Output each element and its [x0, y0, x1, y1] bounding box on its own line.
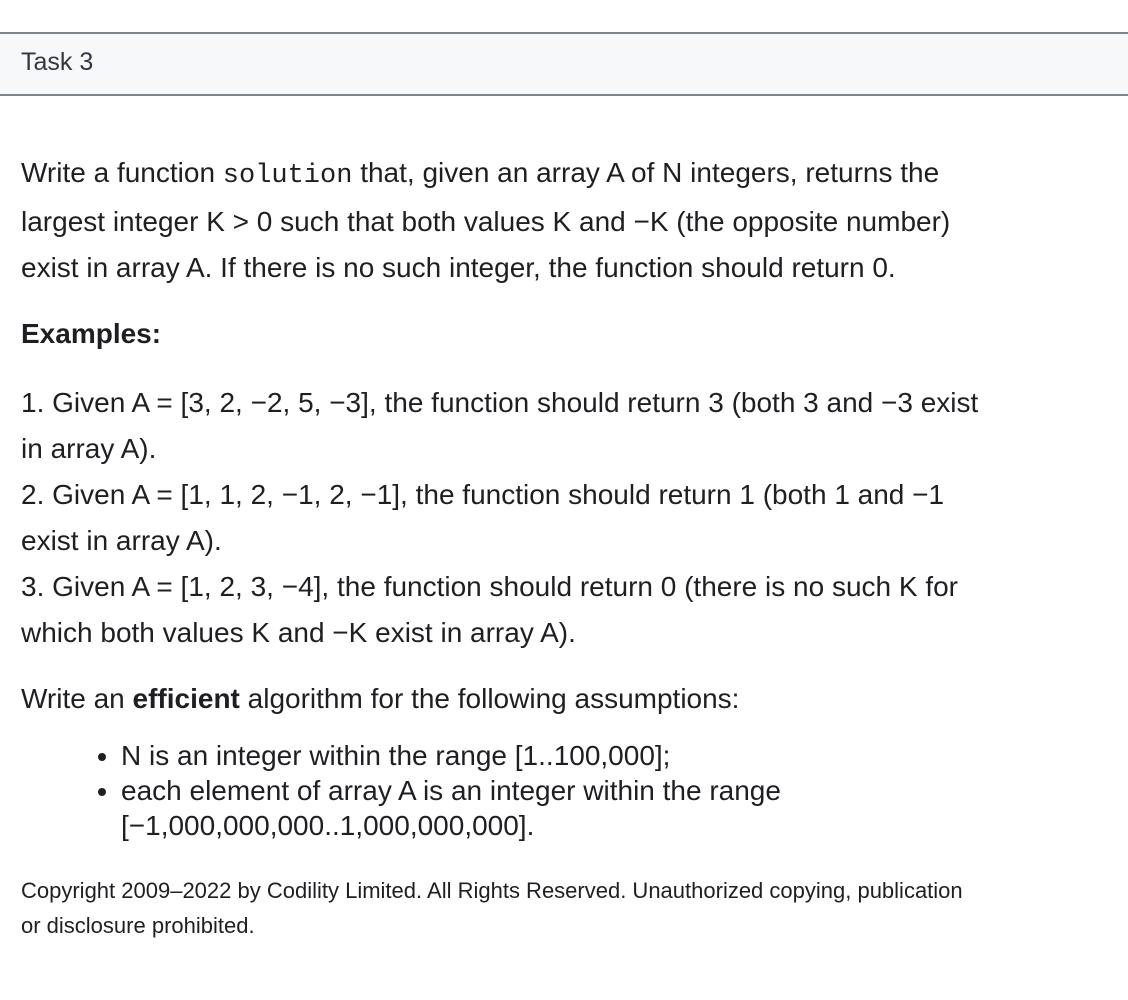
function-name-code: solution — [222, 161, 353, 191]
assumption-text: each element of array A is an integer wi… — [121, 775, 781, 806]
assumption-text: N is an integer within the range [1..100… — [121, 740, 671, 771]
example-line: 3. Given A = [1, 2, 3, −4], the function… — [21, 571, 959, 602]
copyright-text: Copyright 2009–2022 by Codility Limited.… — [21, 878, 963, 903]
statement-text: largest integer K > 0 such that both val… — [21, 206, 951, 237]
intro-text: algorithm for the following assumptions: — [239, 683, 740, 714]
assumption-item: N is an integer within the range [1..100… — [121, 738, 1121, 773]
example-line: 2. Given A = [1, 1, 2, −1, 2, −1], the f… — [21, 479, 945, 510]
task-description: Write a function solution that, given an… — [21, 150, 1121, 965]
assumptions-list: N is an integer within the range [1..100… — [21, 738, 1121, 843]
statement-text: exist in array A. If there is no such in… — [21, 252, 896, 283]
statement-text: that, given an array A of N integers, re… — [352, 157, 940, 188]
examples-heading: Examples: — [21, 318, 162, 349]
example-line: 1. Given A = [3, 2, −2, 5, −3], the func… — [21, 387, 979, 418]
assumption-item: each element of array A is an integer wi… — [121, 773, 1121, 843]
example-line: exist in array A). — [21, 525, 222, 556]
example-line: in array A). — [21, 433, 157, 464]
copyright-notice: Copyright 2009–2022 by Codility Limited.… — [21, 873, 1121, 943]
assumption-text: [−1,000,000,000..1,000,000,000]. — [121, 810, 535, 841]
intro-text: Write an — [21, 683, 133, 714]
examples-list: 1. Given A = [3, 2, −2, 5, −3], the func… — [21, 380, 1121, 656]
problem-statement: Write a function solution that, given an… — [21, 150, 1121, 291]
efficient-bold: efficient — [132, 683, 240, 714]
statement-text: Write a function — [21, 157, 223, 188]
example-line: which both values K and −K exist in arra… — [21, 617, 576, 648]
copyright-text: or disclosure prohibited. — [21, 913, 255, 938]
assumptions-intro: Write an efficient algorithm for the fol… — [21, 676, 1121, 722]
task-title: Task 3 — [21, 48, 94, 76]
task-header: Task 3 — [0, 32, 1128, 96]
